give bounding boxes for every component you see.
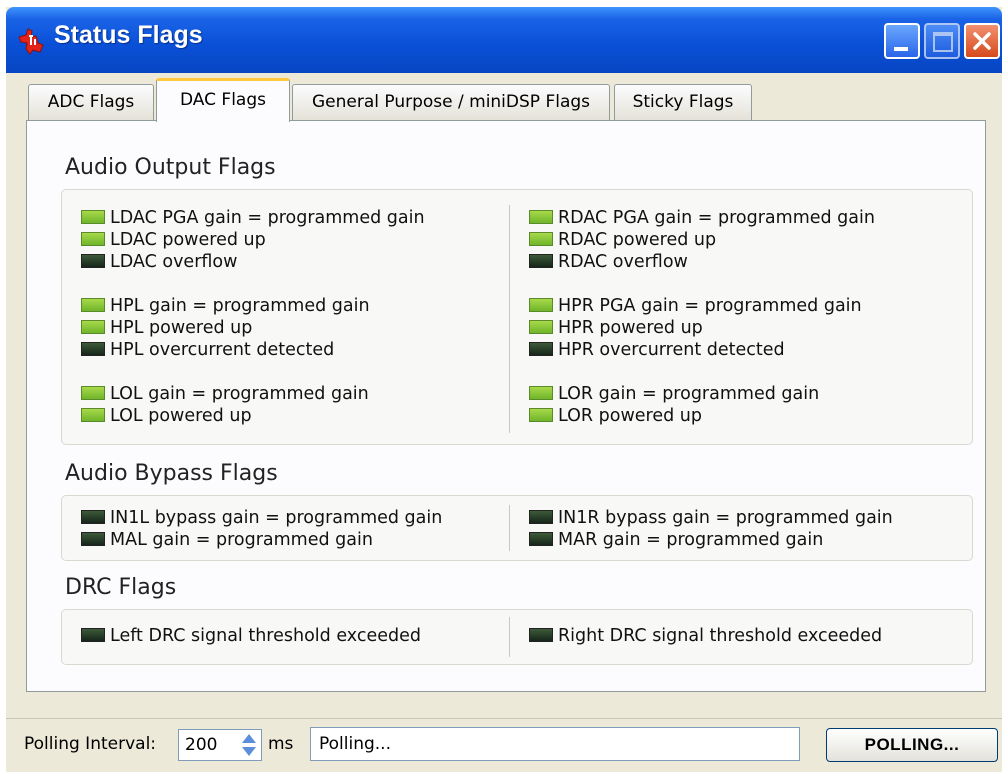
- flag-rdac-pga-gain: RDAC PGA gain = programmed gain: [529, 207, 875, 229]
- flag-label: RDAC overflow: [558, 252, 688, 272]
- led-indicator: [81, 510, 105, 524]
- flag-hpl-overcurrent: HPL overcurrent detected: [81, 339, 334, 361]
- flag-label: IN1R bypass gain = programmed gain: [558, 508, 893, 528]
- tab-label: DAC Flags: [180, 90, 266, 110]
- flag-mar-gain: MAR gain = programmed gain: [529, 529, 823, 551]
- flag-label: HPL gain = programmed gain: [110, 296, 370, 316]
- flag-label: LDAC PGA gain = programmed gain: [110, 208, 425, 228]
- flag-left-drc-threshold: Left DRC signal threshold exceeded: [81, 625, 421, 647]
- flag-label: LOL powered up: [110, 406, 252, 426]
- flag-mal-gain: MAL gain = programmed gain: [81, 529, 373, 551]
- led-indicator: [529, 342, 553, 356]
- flag-right-drc-threshold: Right DRC signal threshold exceeded: [529, 625, 882, 647]
- polling-interval-label: Polling Interval:: [24, 734, 157, 754]
- drc-title: DRC Flags: [65, 575, 177, 600]
- led-indicator: [81, 408, 105, 422]
- led-indicator: [529, 628, 553, 642]
- led-indicator: [529, 254, 553, 268]
- flag-rdac-overflow: RDAC overflow: [529, 251, 688, 273]
- polling-status-text: Polling...: [319, 734, 391, 754]
- flag-label: Right DRC signal threshold exceeded: [558, 626, 883, 646]
- led-indicator: [81, 342, 105, 356]
- flag-hpr-pga-gain: HPR PGA gain = programmed gain: [529, 295, 862, 317]
- led-indicator: [81, 254, 105, 268]
- flag-lol-gain: LOL gain = programmed gain: [81, 383, 369, 405]
- led-indicator: [81, 628, 105, 642]
- polling-interval-spinner[interactable]: 200: [178, 729, 262, 761]
- flag-lol-powered-up: LOL powered up: [81, 405, 252, 427]
- flag-hpr-overcurrent: HPR overcurrent detected: [529, 339, 785, 361]
- flag-ldac-pga-gain: LDAC PGA gain = programmed gain: [81, 207, 425, 229]
- tab-label: ADC Flags: [47, 92, 135, 112]
- flag-label: HPR powered up: [558, 318, 703, 338]
- led-indicator: [529, 510, 553, 524]
- led-indicator: [529, 386, 553, 400]
- window-title: Status Flags: [54, 21, 203, 49]
- led-indicator: [81, 298, 105, 312]
- flag-in1l-bypass-gain: IN1L bypass gain = programmed gain: [81, 507, 442, 529]
- polling-button[interactable]: POLLING...: [826, 728, 998, 762]
- flag-label: LDAC powered up: [110, 230, 266, 250]
- interval-unit-label: ms: [268, 734, 294, 754]
- led-indicator: [529, 232, 553, 246]
- led-indicator: [529, 210, 553, 224]
- flag-ldac-overflow: LDAC overflow: [81, 251, 237, 273]
- flag-ldac-powered-up: LDAC powered up: [81, 229, 266, 251]
- title-bar[interactable]: Status Flags: [6, 7, 1002, 73]
- led-indicator: [81, 232, 105, 246]
- led-indicator: [529, 320, 553, 334]
- flag-label: RDAC powered up: [558, 230, 717, 250]
- flag-label: MAL gain = programmed gain: [110, 530, 373, 550]
- flag-hpl-gain: HPL gain = programmed gain: [81, 295, 370, 317]
- minimize-button[interactable]: [884, 23, 920, 59]
- tab-label: General Purpose / miniDSP Flags: [311, 92, 591, 112]
- audio-output-title: Audio Output Flags: [65, 155, 276, 180]
- column-divider: [509, 205, 510, 433]
- tab-sticky-flags[interactable]: Sticky Flags: [614, 84, 752, 120]
- tab-strip: ADC Flags DAC Flags General Purpose / mi…: [26, 78, 986, 122]
- flag-label: RDAC PGA gain = programmed gain: [558, 208, 875, 228]
- column-divider: [509, 505, 510, 551]
- close-button[interactable]: [964, 23, 1000, 59]
- led-indicator: [81, 386, 105, 400]
- column-divider: [509, 617, 510, 657]
- polling-interval-value[interactable]: 200: [185, 730, 217, 760]
- texas-instruments-logo-icon: [18, 28, 44, 55]
- led-indicator: [81, 532, 105, 546]
- flag-label: IN1L bypass gain = programmed gain: [110, 508, 443, 528]
- flag-label: LOR gain = programmed gain: [558, 384, 820, 404]
- flag-label: HPL overcurrent detected: [110, 340, 335, 360]
- flag-in1r-bypass-gain: IN1R bypass gain = programmed gain: [529, 507, 893, 529]
- close-icon: [973, 32, 991, 50]
- flag-label: HPR PGA gain = programmed gain: [558, 296, 862, 316]
- tab-adc-flags[interactable]: ADC Flags: [28, 84, 154, 120]
- spinner-arrows-icon[interactable]: [239, 732, 259, 758]
- flag-lor-powered-up: LOR powered up: [529, 405, 702, 427]
- flag-rdac-powered-up: RDAC powered up: [529, 229, 716, 251]
- polling-status-field: Polling...: [310, 727, 800, 761]
- flag-label: LOR powered up: [558, 406, 702, 426]
- flag-lor-gain: LOR gain = programmed gain: [529, 383, 819, 405]
- audio-bypass-title: Audio Bypass Flags: [65, 461, 278, 486]
- tab-general-purpose-minidsp-flags[interactable]: General Purpose / miniDSP Flags: [292, 84, 610, 120]
- maximize-button[interactable]: [924, 23, 960, 59]
- flag-hpr-powered-up: HPR powered up: [529, 317, 703, 339]
- flag-label: Left DRC signal threshold exceeded: [110, 626, 421, 646]
- led-indicator: [81, 210, 105, 224]
- flag-label: MAR gain = programmed gain: [558, 530, 824, 550]
- flag-label: HPL powered up: [110, 318, 253, 338]
- tab-dac-flags[interactable]: DAC Flags: [156, 78, 290, 122]
- dac-flags-panel: Audio Output Flags LDAC PGA gain = progr…: [26, 120, 986, 692]
- flag-label: LDAC overflow: [110, 252, 238, 272]
- led-indicator: [81, 320, 105, 334]
- flag-hpl-powered-up: HPL powered up: [81, 317, 252, 339]
- led-indicator: [529, 408, 553, 422]
- led-indicator: [529, 298, 553, 312]
- tab-label: Sticky Flags: [632, 92, 734, 112]
- flag-label: HPR overcurrent detected: [558, 340, 785, 360]
- led-indicator: [529, 532, 553, 546]
- flag-label: LOL gain = programmed gain: [110, 384, 369, 404]
